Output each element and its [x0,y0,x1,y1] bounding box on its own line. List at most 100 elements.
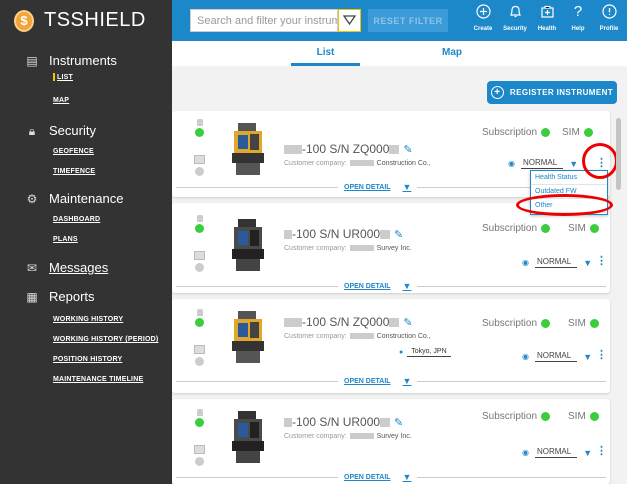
instrument-title[interactable]: -100 S/N UR000 ✎ [284,415,403,429]
chevron-down-icon: ▼ [583,351,593,362]
chevron-down-icon: ▼ [402,376,412,386]
maintenance-status-dot [195,263,204,272]
chevron-down-icon: ▼ [583,447,593,458]
envelope-icon: ✉︎ [26,260,38,275]
reset-filter-button[interactable]: RESET FILTER [368,9,448,32]
status-select[interactable]: ◉ NORMAL ▼ [508,158,578,169]
sidebar-item-maintenance-timeline[interactable]: MAINTENANCE TIMELINE [53,376,143,383]
connection-status [195,409,204,427]
app-logo[interactable]: $ TSSHIELD [0,0,172,41]
sidebar-item-list[interactable]: LIST [57,74,73,81]
customer-company: Customer company: Survey Inc. [284,245,412,252]
instrument-card: -100 S/N ZQ000 ✎ Customer company: Constru… [172,299,610,393]
customer-company: Customer company: Survey Inc. [284,433,412,440]
filter-icon [343,15,356,26]
highlight-circle [582,143,618,179]
register-instrument-button[interactable]: + REGISTER INSTRUMENT [487,81,617,104]
sidebar-section-label: Messages [49,260,109,275]
profile-label: Profile [599,26,619,32]
customer-company: Customer company: Construction Co., [284,160,431,167]
more-options-button[interactable]: ⋮ [596,444,607,457]
sidebar-section-label: Reports [49,289,95,304]
sidebar-section-messages[interactable]: ✉︎ Messages [0,260,108,275]
tab-map[interactable]: Map [422,41,482,66]
shield-logo-icon: $ [14,9,34,32]
chevron-down-icon: ▼ [402,472,412,482]
location-pin-icon: ◉ [522,258,529,267]
subscription-status: Subscription [482,127,551,138]
more-options-button[interactable]: ⋮ [596,254,607,267]
calendar-icon [194,155,205,164]
security-button[interactable]: Security [497,4,533,38]
status-select[interactable]: ◉ NORMAL ▼ [522,257,592,268]
sidebar-section-reports[interactable]: ▦ Reports [0,289,95,304]
app-name: TSSHIELD [44,9,146,31]
location-field[interactable]: ● Tokyo, JPN [399,348,451,357]
calendar-icon [194,345,205,354]
sidebar-item-position-history[interactable]: POSITION HISTORY [53,356,122,363]
instrument-card: -100 S/N UR000 ✎ Customer company: Survey … [172,203,610,293]
instrument-image [228,217,268,277]
open-detail-link[interactable]: OPEN DETAIL ▼ [338,376,418,386]
open-detail-link[interactable]: OPEN DETAIL ▼ [338,182,418,192]
sidebar-section-instruments[interactable]: ▤ Instruments [0,53,117,68]
status-select[interactable]: ◉ NORMAL ▼ [522,447,592,458]
more-options-button[interactable]: ⋮ [596,348,607,361]
pencil-icon[interactable]: ✎ [403,144,412,156]
open-detail-link[interactable]: OPEN DETAIL ▼ [338,281,418,291]
health-icon [539,4,555,20]
pencil-icon[interactable]: ✎ [394,229,403,241]
maintenance-status-dot [195,357,204,366]
sim-status: SIM [562,127,593,138]
plus-circle-icon [475,4,491,20]
sidebar-item-map[interactable]: MAP [53,97,69,104]
active-tab-indicator [291,63,360,66]
connection-status [195,119,204,137]
sidebar-section-maintenance[interactable]: ⚙︎ Maintenance [0,191,124,206]
instrument-image [228,409,268,469]
chevron-down-icon: ▼ [569,158,579,169]
chevron-down-icon: ▼ [402,182,412,192]
register-label: REGISTER INSTRUMENT [509,88,614,97]
sidebar: ▤ Instruments LIST MAP 🔒︎ Security GEOFE… [0,41,172,484]
connection-status [195,309,204,327]
sidebar-item-working-history[interactable]: WORKING HISTORY [53,316,123,323]
location-pin-icon: ◉ [522,352,529,361]
pencil-icon[interactable]: ✎ [403,317,412,329]
bell-icon [507,4,523,20]
sidebar-item-plans[interactable]: PLANS [53,236,78,243]
subscription-status: Subscription [482,318,551,329]
calendar-icon [194,445,205,454]
maintenance-status-dot [195,457,204,466]
instrument-title[interactable]: -100 S/N ZQ000 ✎ [284,142,413,156]
open-detail-link[interactable]: OPEN DETAIL ▼ [338,472,418,482]
sidebar-item-geofence[interactable]: GEOFENCE [53,148,94,155]
health-label: Health [537,26,557,32]
active-indicator [53,73,55,81]
customer-company: Customer company: Construction Co., [284,333,431,340]
sim-status: SIM [568,411,599,422]
sidebar-section-label: Instruments [49,53,117,68]
instruments-icon: ▤ [26,53,38,68]
lock-icon: 🔒︎ [28,123,36,138]
sidebar-item-working-history-period[interactable]: WORKING HISTORY (PERIOD) [53,336,158,343]
highlight-circle [516,194,613,216]
search-input[interactable]: Search and filter your instruments [190,9,338,32]
filter-button[interactable] [338,9,361,32]
location-pin-icon: ◉ [508,159,515,168]
gear-icon: ⚙︎ [26,191,38,206]
profile-button[interactable]: Profile [591,4,627,38]
sidebar-section-security[interactable]: 🔒︎ Security [0,123,96,138]
create-button[interactable]: Create [465,4,501,38]
sidebar-item-dashboard[interactable]: DASHBOARD [53,216,100,223]
help-icon: ? [573,3,583,20]
status-select[interactable]: ◉ NORMAL ▼ [522,351,592,362]
chevron-down-icon: ▼ [583,257,593,268]
scrollbar-thumb[interactable] [616,118,621,190]
instrument-title[interactable]: -100 S/N ZQ000 ✎ [284,315,413,329]
sidebar-item-timefence[interactable]: TIMEFENCE [53,168,95,175]
document-icon: ▦ [26,289,38,304]
view-tabs: List Map [172,41,627,66]
pencil-icon[interactable]: ✎ [394,417,403,429]
instrument-title[interactable]: -100 S/N UR000 ✎ [284,227,403,241]
